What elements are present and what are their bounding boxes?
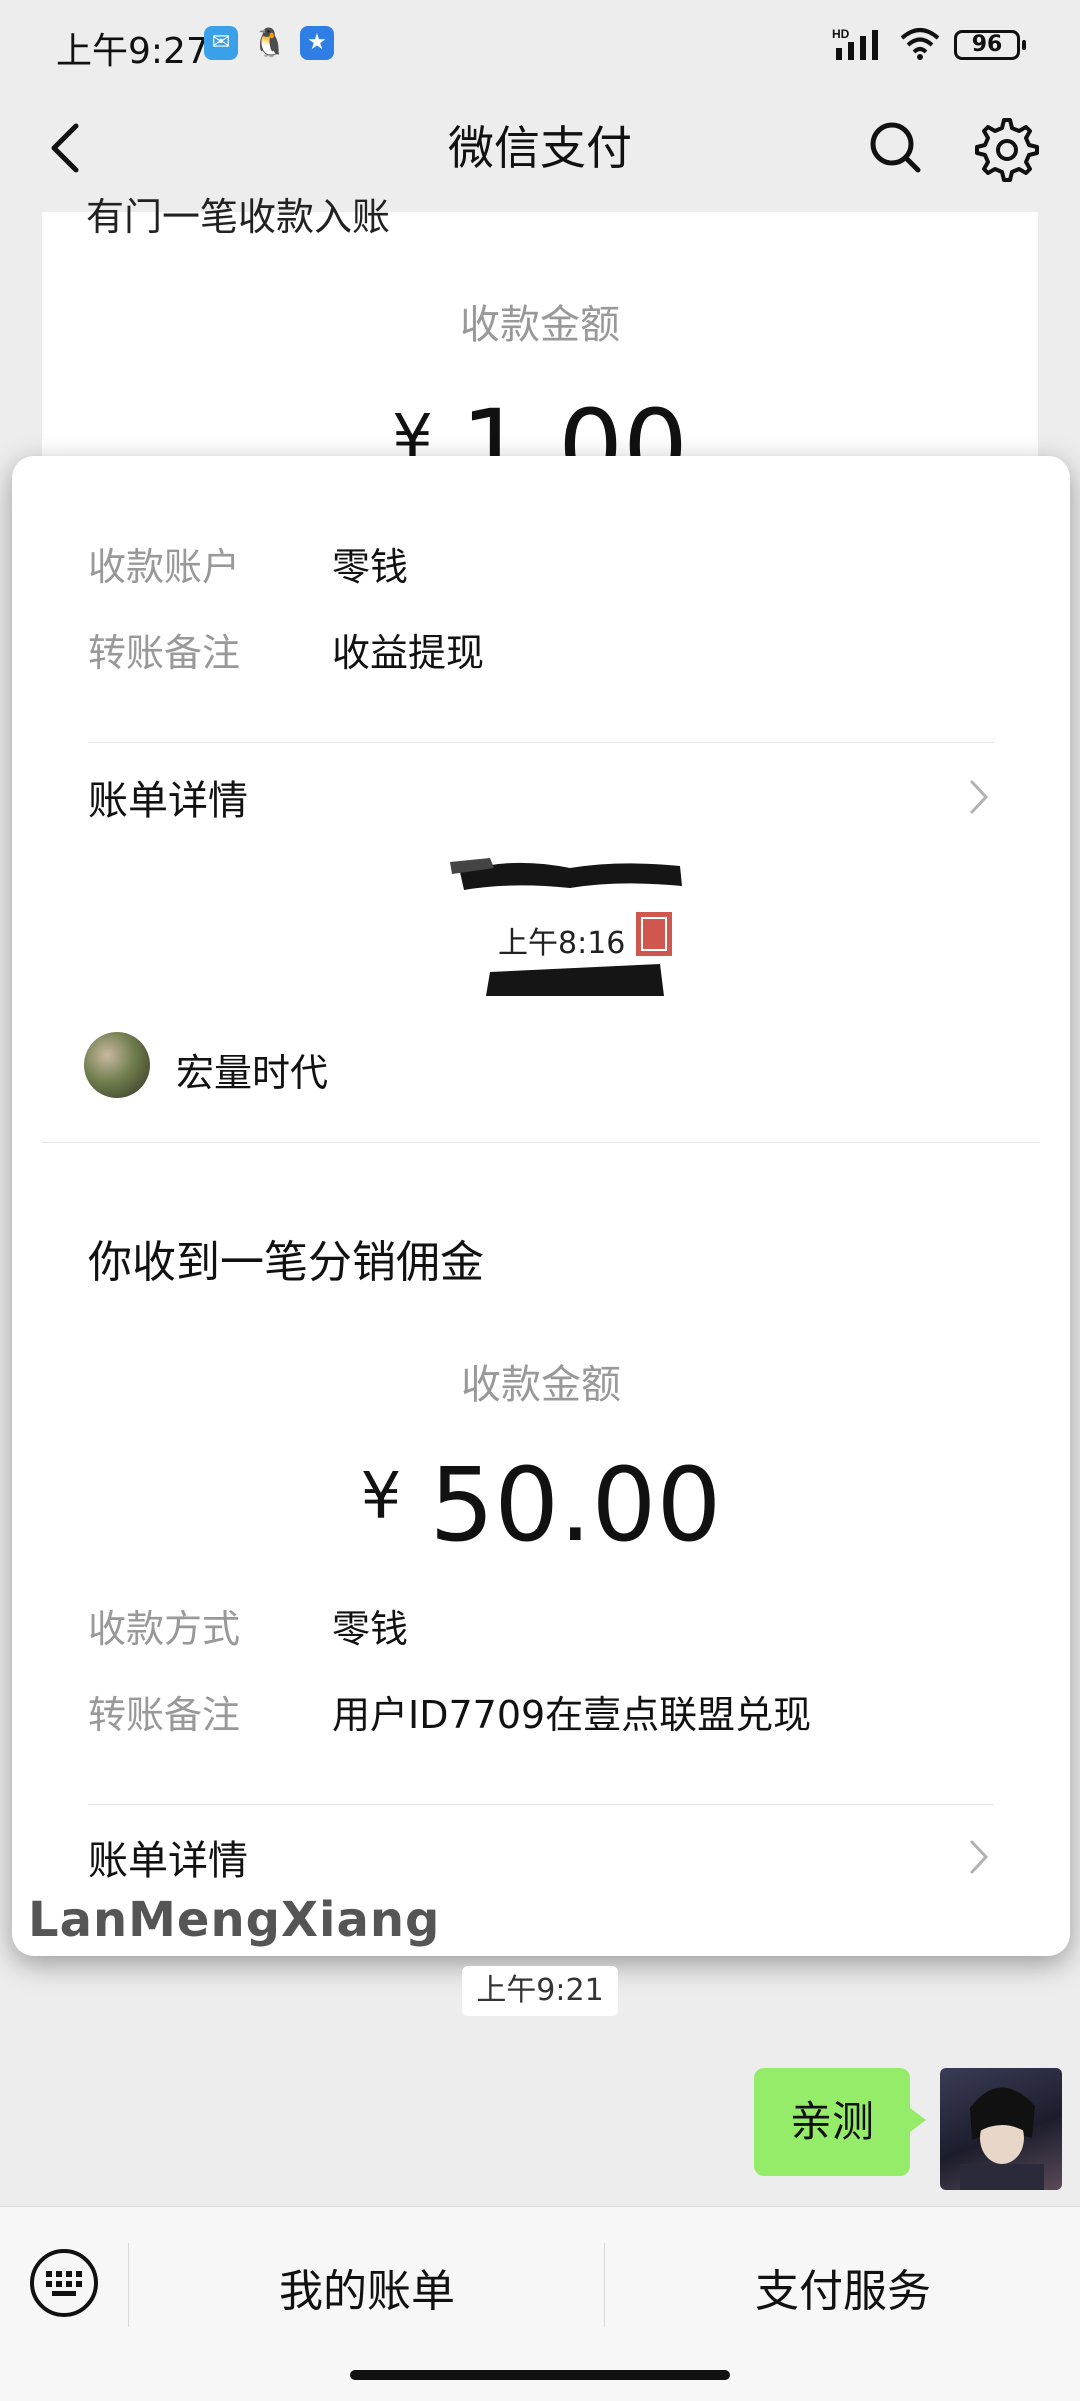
network-label: HD [832,27,850,41]
card-headline-cut: 有门一笔收款入账 [86,195,391,239]
row-value: 零钱 [332,545,409,589]
row-key: 转账备注 [88,631,241,675]
separator [128,2243,129,2327]
sticker-time: 上午8:16 [492,918,632,962]
row-value: 零钱 [332,1607,409,1651]
payment-card-main: 收款账户 零钱 转账备注 收益提现 账单详情 上午8:16 宏量时代 你收到一笔… [12,456,1070,1956]
battery-indicator: 96 [954,30,1026,60]
card-headline: 你收到一笔分销佣金 [88,1237,484,1288]
status-time: 上午9:27 [56,31,209,72]
bill-details-label: 账单详情 [88,1838,248,1884]
separator [604,2243,605,2327]
search-icon[interactable] [858,110,934,186]
signal-icon: HD [832,27,878,60]
chat-time: 上午9:21 [462,1966,618,2016]
bill-details-label: 账单详情 [88,778,248,824]
chevron-right-icon [970,1840,989,1874]
keyboard-icon[interactable] [28,2247,100,2319]
bill-details-link[interactable]: 账单详情 [88,758,994,838]
amount-number: 50.00 [429,1446,722,1565]
row-key: 收款方式 [88,1607,241,1651]
sticker-image: 上午8:16 [450,852,716,996]
row-key: 转账备注 [88,1693,241,1737]
notification-star-icon: ★ [300,26,334,60]
divider [42,1142,1040,1143]
notification-app-icon: ✉ [204,26,238,60]
row-value: 用户ID7709在壹点联盟兑现 [332,1693,812,1737]
chevron-right-icon [970,780,989,814]
qq-icon: 🐧 [252,26,287,59]
status-bar: 上午9:27 ✉ 🐧 ★ HD 96 [0,0,1080,92]
tab-payment-services[interactable]: 支付服务 [606,2255,1080,2319]
divider [88,742,994,743]
tab-my-bills[interactable]: 我的账单 [130,2255,604,2319]
divider [88,1804,994,1805]
avatar-illustration [960,2087,1044,2190]
user-avatar[interactable] [940,2068,1062,2190]
merchant-avatar [84,1032,150,1098]
gear-icon[interactable] [966,110,1042,186]
payment-card-top: 有门一笔收款入账 收款金额 ¥1.00 [42,195,1038,507]
bill-details-link[interactable]: 账单详情 [88,1818,994,1898]
amount-value: ¥50.00 [12,1446,1070,1565]
home-indicator[interactable] [350,2370,730,2380]
watermark: LanMengXiang [28,1892,441,1948]
message-bubble[interactable]: 亲测 [754,2068,926,2176]
amount-label: 收款金额 [460,302,620,348]
currency-symbol: ¥ [360,1460,402,1534]
amount-label: 收款金额 [461,1362,621,1408]
row-key: 收款账户 [88,545,241,589]
merchant-name: 宏量时代 [176,1051,329,1095]
row-value: 收益提现 [332,631,485,675]
wifi-icon [900,28,940,60]
